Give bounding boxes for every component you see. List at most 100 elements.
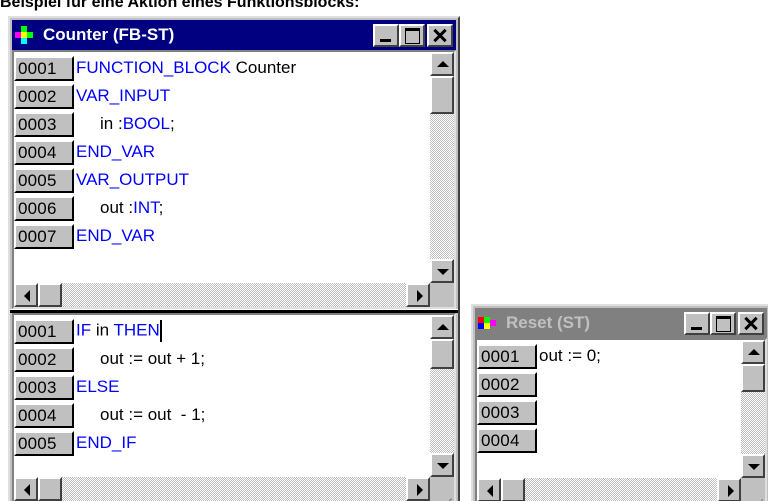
- line-number: 0004: [477, 427, 537, 453]
- code-line[interactable]: 0002: [477, 370, 601, 398]
- code-line[interactable]: 0002 VAR_INPUT: [14, 82, 296, 110]
- line-number: 0003: [14, 374, 74, 400]
- reset-window[interactable]: Reset (ST) 0001 out := 0; 0002 0003 0004: [471, 304, 768, 501]
- scroll-right-icon[interactable]: [406, 283, 430, 307]
- scroll-thumb[interactable]: [430, 76, 454, 114]
- maximize-icon[interactable]: [399, 23, 425, 47]
- line-number: 0004: [14, 139, 74, 165]
- line-code: END_VAR: [74, 142, 155, 162]
- reset-titlebar[interactable]: Reset (ST): [475, 308, 767, 338]
- resize-grip-icon[interactable]: [430, 477, 454, 501]
- close-icon[interactable]: [738, 311, 764, 335]
- counter-titlebar[interactable]: Counter (FB-ST): [12, 20, 456, 50]
- code-line[interactable]: 0004 out := out - 1;: [14, 401, 205, 429]
- body-editor[interactable]: 0001 IF in THEN 0002 out := out + 1; 0003 ELS…: [12, 313, 456, 501]
- body-lines: 0001 IF in THEN 0002 out := out + 1; 0003 ELS…: [14, 317, 205, 457]
- line-code: END_IF: [74, 433, 136, 453]
- line-number: 0001: [14, 55, 74, 81]
- declaration-vscroll[interactable]: [430, 52, 454, 283]
- close-icon[interactable]: [427, 23, 453, 47]
- scroll-thumb[interactable]: [38, 477, 62, 501]
- text-caret: [159, 320, 162, 342]
- code-token: ;: [158, 198, 164, 217]
- code-token: out :: [100, 198, 134, 217]
- keyword-token: END_IF: [76, 433, 137, 452]
- scroll-left-icon[interactable]: [477, 478, 501, 501]
- scroll-up-icon[interactable]: [430, 315, 454, 339]
- line-code: in :BOOL;: [74, 114, 175, 134]
- minimize-icon[interactable]: [684, 311, 710, 335]
- resize-grip-icon[interactable]: [741, 478, 765, 501]
- scroll-thumb[interactable]: [38, 283, 62, 307]
- code-token: in: [91, 320, 114, 340]
- code-token: out := out - 1;: [100, 405, 206, 424]
- scroll-thumb[interactable]: [501, 478, 525, 501]
- reset-hscroll[interactable]: [477, 478, 741, 501]
- scroll-right-icon[interactable]: [717, 478, 741, 501]
- minimize-icon[interactable]: [373, 23, 399, 47]
- line-number: 0002: [14, 346, 74, 372]
- line-number: 0002: [14, 83, 74, 109]
- line-number: 0006: [14, 195, 74, 221]
- code-line[interactable]: 0001 FUNCTION_BLOCK Counter: [14, 54, 296, 82]
- line-code: VAR_OUTPUT: [74, 170, 189, 190]
- counter-title: Counter (FB-ST): [43, 25, 175, 44]
- scroll-right-icon[interactable]: [406, 477, 430, 501]
- body-hscroll[interactable]: [14, 477, 430, 501]
- keyword-token: BOOL: [122, 114, 170, 133]
- counter-window[interactable]: Counter (FB-ST) 0001 FUNCTION_BLOCK Count…: [8, 16, 460, 501]
- code-line[interactable]: 0005 END_IF: [14, 429, 205, 457]
- scroll-left-icon[interactable]: [14, 477, 38, 501]
- code-line[interactable]: 0003 ELSE: [14, 373, 205, 401]
- line-code: IF in THEN: [74, 320, 162, 342]
- line-code: out := out + 1;: [74, 349, 205, 369]
- scroll-up-icon[interactable]: [430, 52, 454, 76]
- line-code: out := 0;: [537, 346, 601, 366]
- keyword-token: END_VAR: [76, 226, 156, 245]
- keyword-token: END_VAR: [76, 142, 156, 161]
- reset-title: Reset (ST): [506, 313, 591, 332]
- declaration-hscroll[interactable]: [14, 283, 430, 307]
- reset-editor[interactable]: 0001 out := 0; 0002 0003 0004: [475, 338, 767, 501]
- keyword-token: INT: [133, 198, 159, 217]
- line-number: 0002: [477, 371, 537, 397]
- body-vscroll[interactable]: [430, 315, 454, 477]
- code-token: Counter: [230, 58, 297, 77]
- code-line[interactable]: 0003: [477, 398, 601, 426]
- line-code: ELSE: [74, 377, 119, 397]
- line-code: FUNCTION_BLOCK Counter: [74, 58, 296, 78]
- declaration-editor[interactable]: 0001 FUNCTION_BLOCK Counter 0002 VAR_INPUT 0…: [12, 50, 456, 309]
- scroll-up-icon[interactable]: [741, 340, 765, 364]
- line-code: END_VAR: [74, 226, 155, 246]
- line-code: out :INT;: [74, 198, 163, 218]
- code-line[interactable]: 0004: [477, 426, 601, 454]
- scroll-left-icon[interactable]: [14, 283, 38, 307]
- line-number: 0001: [14, 318, 74, 344]
- line-number: 0001: [477, 343, 537, 369]
- code-line[interactable]: 0004 END_VAR: [14, 138, 296, 166]
- line-code: VAR_INPUT: [74, 86, 170, 106]
- scroll-down-icon[interactable]: [430, 259, 454, 283]
- code-token: out := 0;: [539, 346, 601, 365]
- line-number: 0007: [14, 223, 74, 249]
- scroll-thumb[interactable]: [741, 364, 765, 392]
- code-line[interactable]: 0001 out := 0;: [477, 342, 601, 370]
- scroll-thumb[interactable]: [430, 339, 454, 369]
- code-token: out := out + 1;: [100, 349, 205, 368]
- code-line[interactable]: 0002 out := out + 1;: [14, 345, 205, 373]
- scroll-down-icon[interactable]: [741, 454, 765, 478]
- keyword-token: THEN: [113, 320, 160, 340]
- line-number: 0005: [14, 167, 74, 193]
- maximize-icon[interactable]: [710, 311, 736, 335]
- declaration-lines: 0001 FUNCTION_BLOCK Counter 0002 VAR_INPUT 0…: [14, 54, 296, 250]
- code-line[interactable]: 0006 out :INT;: [14, 194, 296, 222]
- code-token: ;: [169, 114, 175, 133]
- code-line[interactable]: 0003 in :BOOL;: [14, 110, 296, 138]
- line-number: 0005: [14, 430, 74, 456]
- code-line[interactable]: 0005 VAR_OUTPUT: [14, 166, 296, 194]
- scroll-down-icon[interactable]: [430, 453, 454, 477]
- code-line[interactable]: 0001 IF in THEN: [14, 317, 205, 345]
- app-icon: [15, 26, 37, 44]
- reset-vscroll[interactable]: [741, 340, 765, 478]
- code-line[interactable]: 0007 END_VAR: [14, 222, 296, 250]
